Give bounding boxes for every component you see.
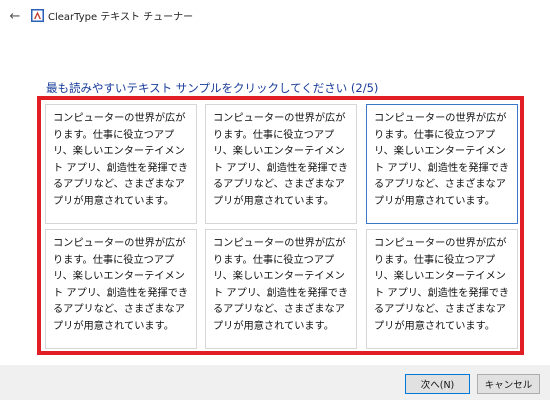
sample-6[interactable]: コンピューターの世界が広がります。仕事に役立つアプリ、楽しいエンターテイメント …	[366, 229, 518, 349]
sample-text: コンピューターの世界が広がります。仕事に役立つアプリ、楽しいエンターテイメント …	[213, 238, 349, 332]
next-button[interactable]: 次へ(N)	[405, 374, 470, 394]
sample-1[interactable]: コンピューターの世界が広がります。仕事に役立つアプリ、楽しいエンターテイメント …	[45, 104, 197, 224]
sample-text: コンピューターの世界が広がります。仕事に役立つアプリ、楽しいエンターテイメント …	[374, 113, 510, 207]
sample-text: コンピューターの世界が広がります。仕事に役立つアプリ、楽しいエンターテイメント …	[53, 113, 189, 207]
sample-text: コンピューターの世界が広がります。仕事に役立つアプリ、楽しいエンターテイメント …	[213, 113, 349, 207]
cancel-button[interactable]: キャンセル	[477, 374, 540, 394]
sample-text: コンピューターの世界が広がります。仕事に役立つアプリ、楽しいエンターテイメント …	[374, 238, 510, 332]
title-bar: ← ClearType テキスト チューナー	[0, 0, 550, 32]
window-title: ClearType テキスト チューナー	[48, 12, 194, 23]
sample-3[interactable]: コンピューターの世界が広がります。仕事に役立つアプリ、楽しいエンターテイメント …	[366, 104, 518, 224]
back-arrow-icon[interactable]: ←	[6, 7, 24, 25]
sample-2[interactable]: コンピューターの世界が広がります。仕事に役立つアプリ、楽しいエンターテイメント …	[205, 104, 357, 224]
instruction-text: 最も読みやすいテキスト サンプルをクリックしてください (2/5)	[46, 81, 379, 95]
sample-4[interactable]: コンピューターの世界が広がります。仕事に役立つアプリ、楽しいエンターテイメント …	[45, 229, 197, 349]
cleartype-app-icon	[31, 9, 44, 22]
sample-5[interactable]: コンピューターの世界が広がります。仕事に役立つアプリ、楽しいエンターテイメント …	[205, 229, 357, 349]
sample-text: コンピューターの世界が広がります。仕事に役立つアプリ、楽しいエンターテイメント …	[53, 238, 189, 332]
